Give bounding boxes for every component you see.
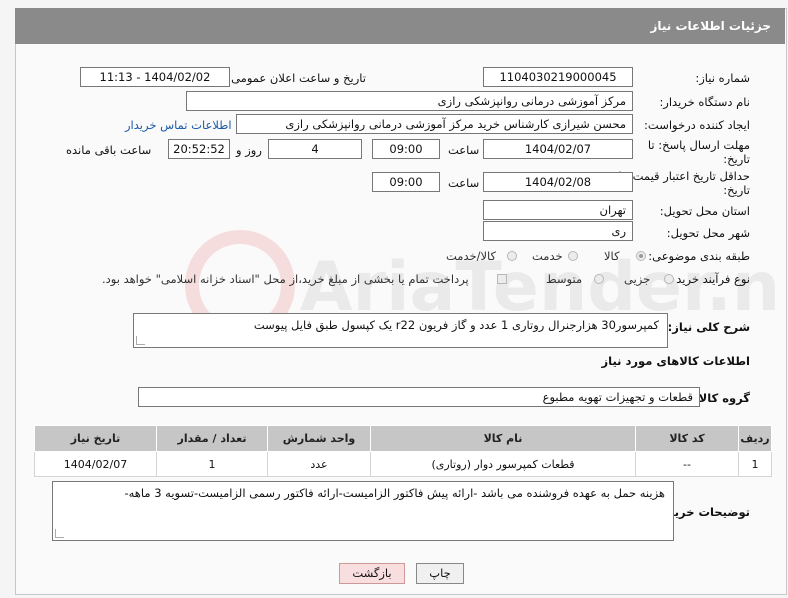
process-type-label: نوع فرآیند خرید : — [668, 272, 750, 286]
validity-label-text: حداقل تاریخ اعتبار قیمت: تا تاریخ: — [618, 169, 750, 197]
category-radio-service[interactable] — [568, 251, 578, 261]
validity-date-field: 1404/02/08 — [483, 172, 633, 192]
deadline-label: مهلت ارسال پاسخ: تا تاریخ: — [640, 138, 750, 166]
col-code: کد کالا — [635, 425, 739, 452]
days-field: 4 — [268, 139, 362, 159]
page-title: جزئیات اطلاعات نیاز — [650, 19, 771, 33]
need-number-field: 1104030219000045 — [483, 67, 633, 87]
table-row: 1 -- قطعات کمپرسور دوار (روتاری) عدد 1 1… — [34, 451, 772, 477]
table-header-row: ردیف کد کالا نام کالا واحد شمارش تعداد /… — [34, 425, 772, 452]
cell-unit: عدد — [267, 451, 371, 477]
process-radio-minor[interactable] — [664, 274, 674, 284]
col-qty: تعداد / مقدار — [156, 425, 268, 452]
goods-group-field: قطعات و تجهیزات تهویه مطبوع — [138, 387, 700, 407]
deadline-label-text: مهلت ارسال پاسخ: تا تاریخ: — [647, 138, 750, 166]
validity-label: حداقل تاریخ اعتبار قیمت: تا تاریخ: — [615, 169, 750, 197]
province-label: استان محل تحویل: — [659, 204, 750, 218]
category-option-goods: کالا — [604, 249, 620, 263]
category-label: طبقه بندی موضوعی: — [648, 249, 750, 263]
cell-date: 1404/02/07 — [34, 451, 157, 477]
category-option-goods-service: کالا/خدمت — [446, 249, 497, 263]
description-text: کمپرسور30 هزارجنرال روتاری 1 عدد و گاز ف… — [253, 318, 659, 332]
process-option-minor: جزیی — [624, 272, 651, 286]
validity-hour-label: ساعت — [448, 176, 480, 190]
col-name: نام کالا — [370, 425, 636, 452]
cell-name: قطعات کمپرسور دوار (روتاری) — [370, 451, 636, 477]
deadline-time-field: 09:00 — [372, 139, 440, 159]
category-radio-goods[interactable] — [636, 251, 646, 261]
cell-row: 1 — [738, 451, 772, 477]
days-and-label: روز و — [236, 143, 262, 157]
buyer-org-field: مرکز آموزشی درمانی روانپزشکی رازی — [186, 91, 633, 111]
buyer-contact-link[interactable]: اطلاعات تماس خریدار — [125, 118, 232, 132]
resize-handle[interactable] — [136, 336, 145, 345]
col-unit: واحد شمارش — [267, 425, 371, 452]
process-radio-medium[interactable] — [594, 274, 604, 284]
announce-datetime-field: 1404/02/02 - 11:13 — [80, 67, 230, 87]
description-field: کمپرسور30 هزارجنرال روتاری 1 عدد و گاز ف… — [133, 313, 668, 348]
cell-qty: 1 — [156, 451, 268, 477]
remaining-time-field: 20:52:52 — [168, 139, 230, 159]
back-button[interactable]: بازگشت — [339, 563, 405, 584]
time-remaining-label: ساعت باقی مانده — [66, 143, 152, 157]
city-label: شهر محل تحویل: — [666, 226, 750, 240]
payment-checkbox[interactable] — [497, 274, 507, 284]
process-option-medium: متوسط — [546, 272, 583, 286]
city-field: ری — [483, 221, 633, 241]
category-radio-goods-service[interactable] — [507, 251, 517, 261]
province-field: تهران — [483, 200, 633, 220]
items-table: ردیف کد کالا نام کالا واحد شمارش تعداد /… — [34, 425, 772, 477]
print-button[interactable]: چاپ — [416, 563, 464, 584]
buyer-notes-field: هزینه حمل به عهده فروشنده می باشد -ارائه… — [52, 481, 674, 541]
buyer-org-label: نام دستگاه خریدار: — [659, 95, 750, 109]
description-label: شرح کلی نیاز: — [667, 320, 750, 334]
need-number-label: شماره نیاز: — [695, 71, 750, 85]
category-option-service: خدمت — [532, 249, 563, 263]
deadline-hour-label: ساعت — [448, 143, 480, 157]
page-header: جزئیات اطلاعات نیاز — [15, 8, 785, 44]
payment-note: پرداخت تمام یا بخشی از مبلغ خرید،از محل … — [102, 272, 469, 286]
announce-datetime-label: تاریخ و ساعت اعلان عمومی: — [227, 71, 366, 85]
buyer-notes-text: هزینه حمل به عهده فروشنده می باشد -ارائه… — [124, 486, 665, 500]
notes-resize-handle[interactable] — [55, 529, 64, 538]
col-date: تاریخ نیاز — [34, 425, 157, 452]
cell-code: -- — [635, 451, 739, 477]
goods-info-heading: اطلاعات کالاهای مورد نیاز — [601, 354, 750, 368]
col-row: ردیف — [738, 425, 772, 452]
goods-group-label: گروه کالا: — [694, 391, 750, 405]
deadline-date-field: 1404/02/07 — [483, 139, 633, 159]
requester-label: ایجاد کننده درخواست: — [644, 118, 750, 132]
validity-time-field: 09:00 — [372, 172, 440, 192]
requester-field: محسن شیرازی کارشناس خرید مرکز آموزشی درم… — [236, 114, 633, 134]
